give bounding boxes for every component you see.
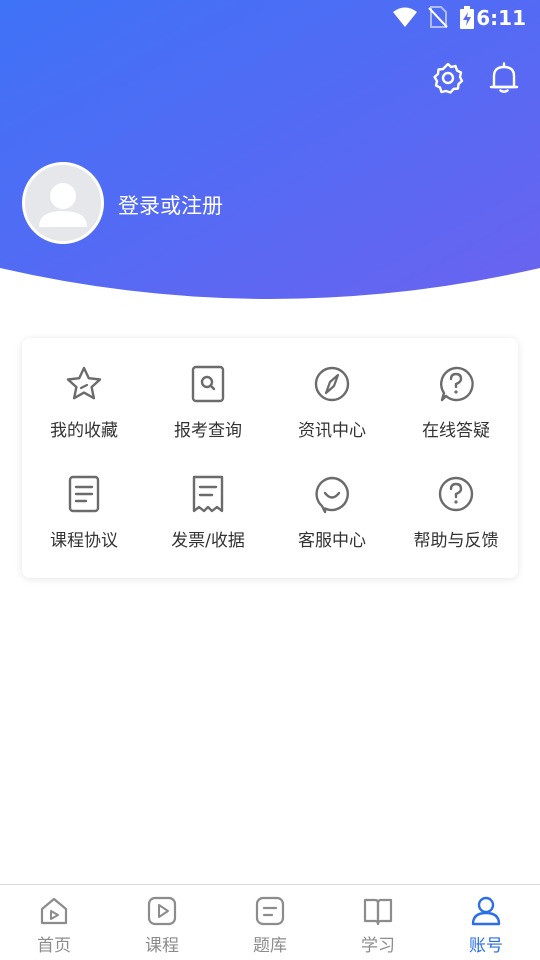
tab-label: 题库 [253, 936, 287, 956]
avatar[interactable] [22, 162, 104, 244]
tab-study[interactable]: 学习 [324, 885, 432, 960]
menu-item-customer-service[interactable]: 客服中心 [270, 448, 394, 558]
smile-bubble-icon [315, 476, 349, 514]
no-sim-icon [428, 6, 448, 28]
menu-item-label: 课程协议 [50, 531, 118, 551]
tab-label: 首页 [37, 936, 71, 956]
wifi-icon [393, 7, 417, 27]
battery-charging-icon [460, 6, 474, 29]
menu-item-label: 资讯中心 [298, 421, 366, 441]
menu-item-news-center[interactable]: 资讯中心 [270, 338, 394, 448]
menu-item-label: 客服中心 [298, 531, 366, 551]
bottom-tab-bar: 首页 课程 题库 学习 账号 [0, 884, 540, 960]
home-icon [40, 897, 68, 925]
status-bar: 6:11 [0, 0, 540, 36]
star-icon [66, 366, 102, 400]
menu-item-label: 报考查询 [174, 421, 242, 441]
tab-courses[interactable]: 课程 [108, 885, 216, 960]
profile-header [0, 0, 540, 300]
default-user-icon [39, 183, 87, 227]
menu-item-favorites[interactable]: 我的收藏 [22, 338, 146, 448]
tab-label: 账号 [469, 936, 503, 956]
user-icon [471, 896, 501, 926]
notification-bell-icon[interactable] [486, 60, 522, 96]
tab-home[interactable]: 首页 [0, 885, 108, 960]
tab-account[interactable]: 账号 [432, 885, 540, 960]
menu-item-course-agreement[interactable]: 课程协议 [22, 448, 146, 558]
play-icon [147, 896, 177, 926]
tab-label: 学习 [361, 936, 395, 956]
question-bubble-icon [440, 366, 474, 402]
menu-item-help-feedback[interactable]: 帮助与反馈 [394, 448, 518, 558]
menu-item-online-qa[interactable]: 在线答疑 [394, 338, 518, 448]
login-register-link[interactable]: 登录或注册 [118, 190, 223, 220]
help-circle-icon [438, 476, 474, 512]
menu-item-label: 在线答疑 [422, 421, 490, 441]
menu-item-label: 我的收藏 [50, 421, 118, 441]
document-search-icon [191, 365, 225, 403]
compass-icon [314, 366, 350, 402]
settings-gear-icon[interactable] [430, 60, 466, 96]
document-lines-icon [68, 475, 100, 513]
menu-item-exam-query[interactable]: 报考查询 [146, 338, 270, 448]
receipt-icon [192, 475, 224, 513]
book-icon [363, 898, 393, 926]
header-background [0, 0, 540, 299]
question-bank-icon [255, 896, 285, 926]
status-time: 6:11 [476, 6, 526, 30]
menu-item-invoice-receipt[interactable]: 发票/收据 [146, 448, 270, 558]
tab-label: 课程 [145, 936, 179, 956]
feature-menu-card: 我的收藏 报考查询 资讯中心 在线答疑 课程协议 发票/收据 客服中心 帮助与反… [22, 338, 518, 578]
tab-question-bank[interactable]: 题库 [216, 885, 324, 960]
menu-item-label: 帮助与反馈 [413, 531, 499, 551]
menu-item-label: 发票/收据 [171, 531, 245, 551]
